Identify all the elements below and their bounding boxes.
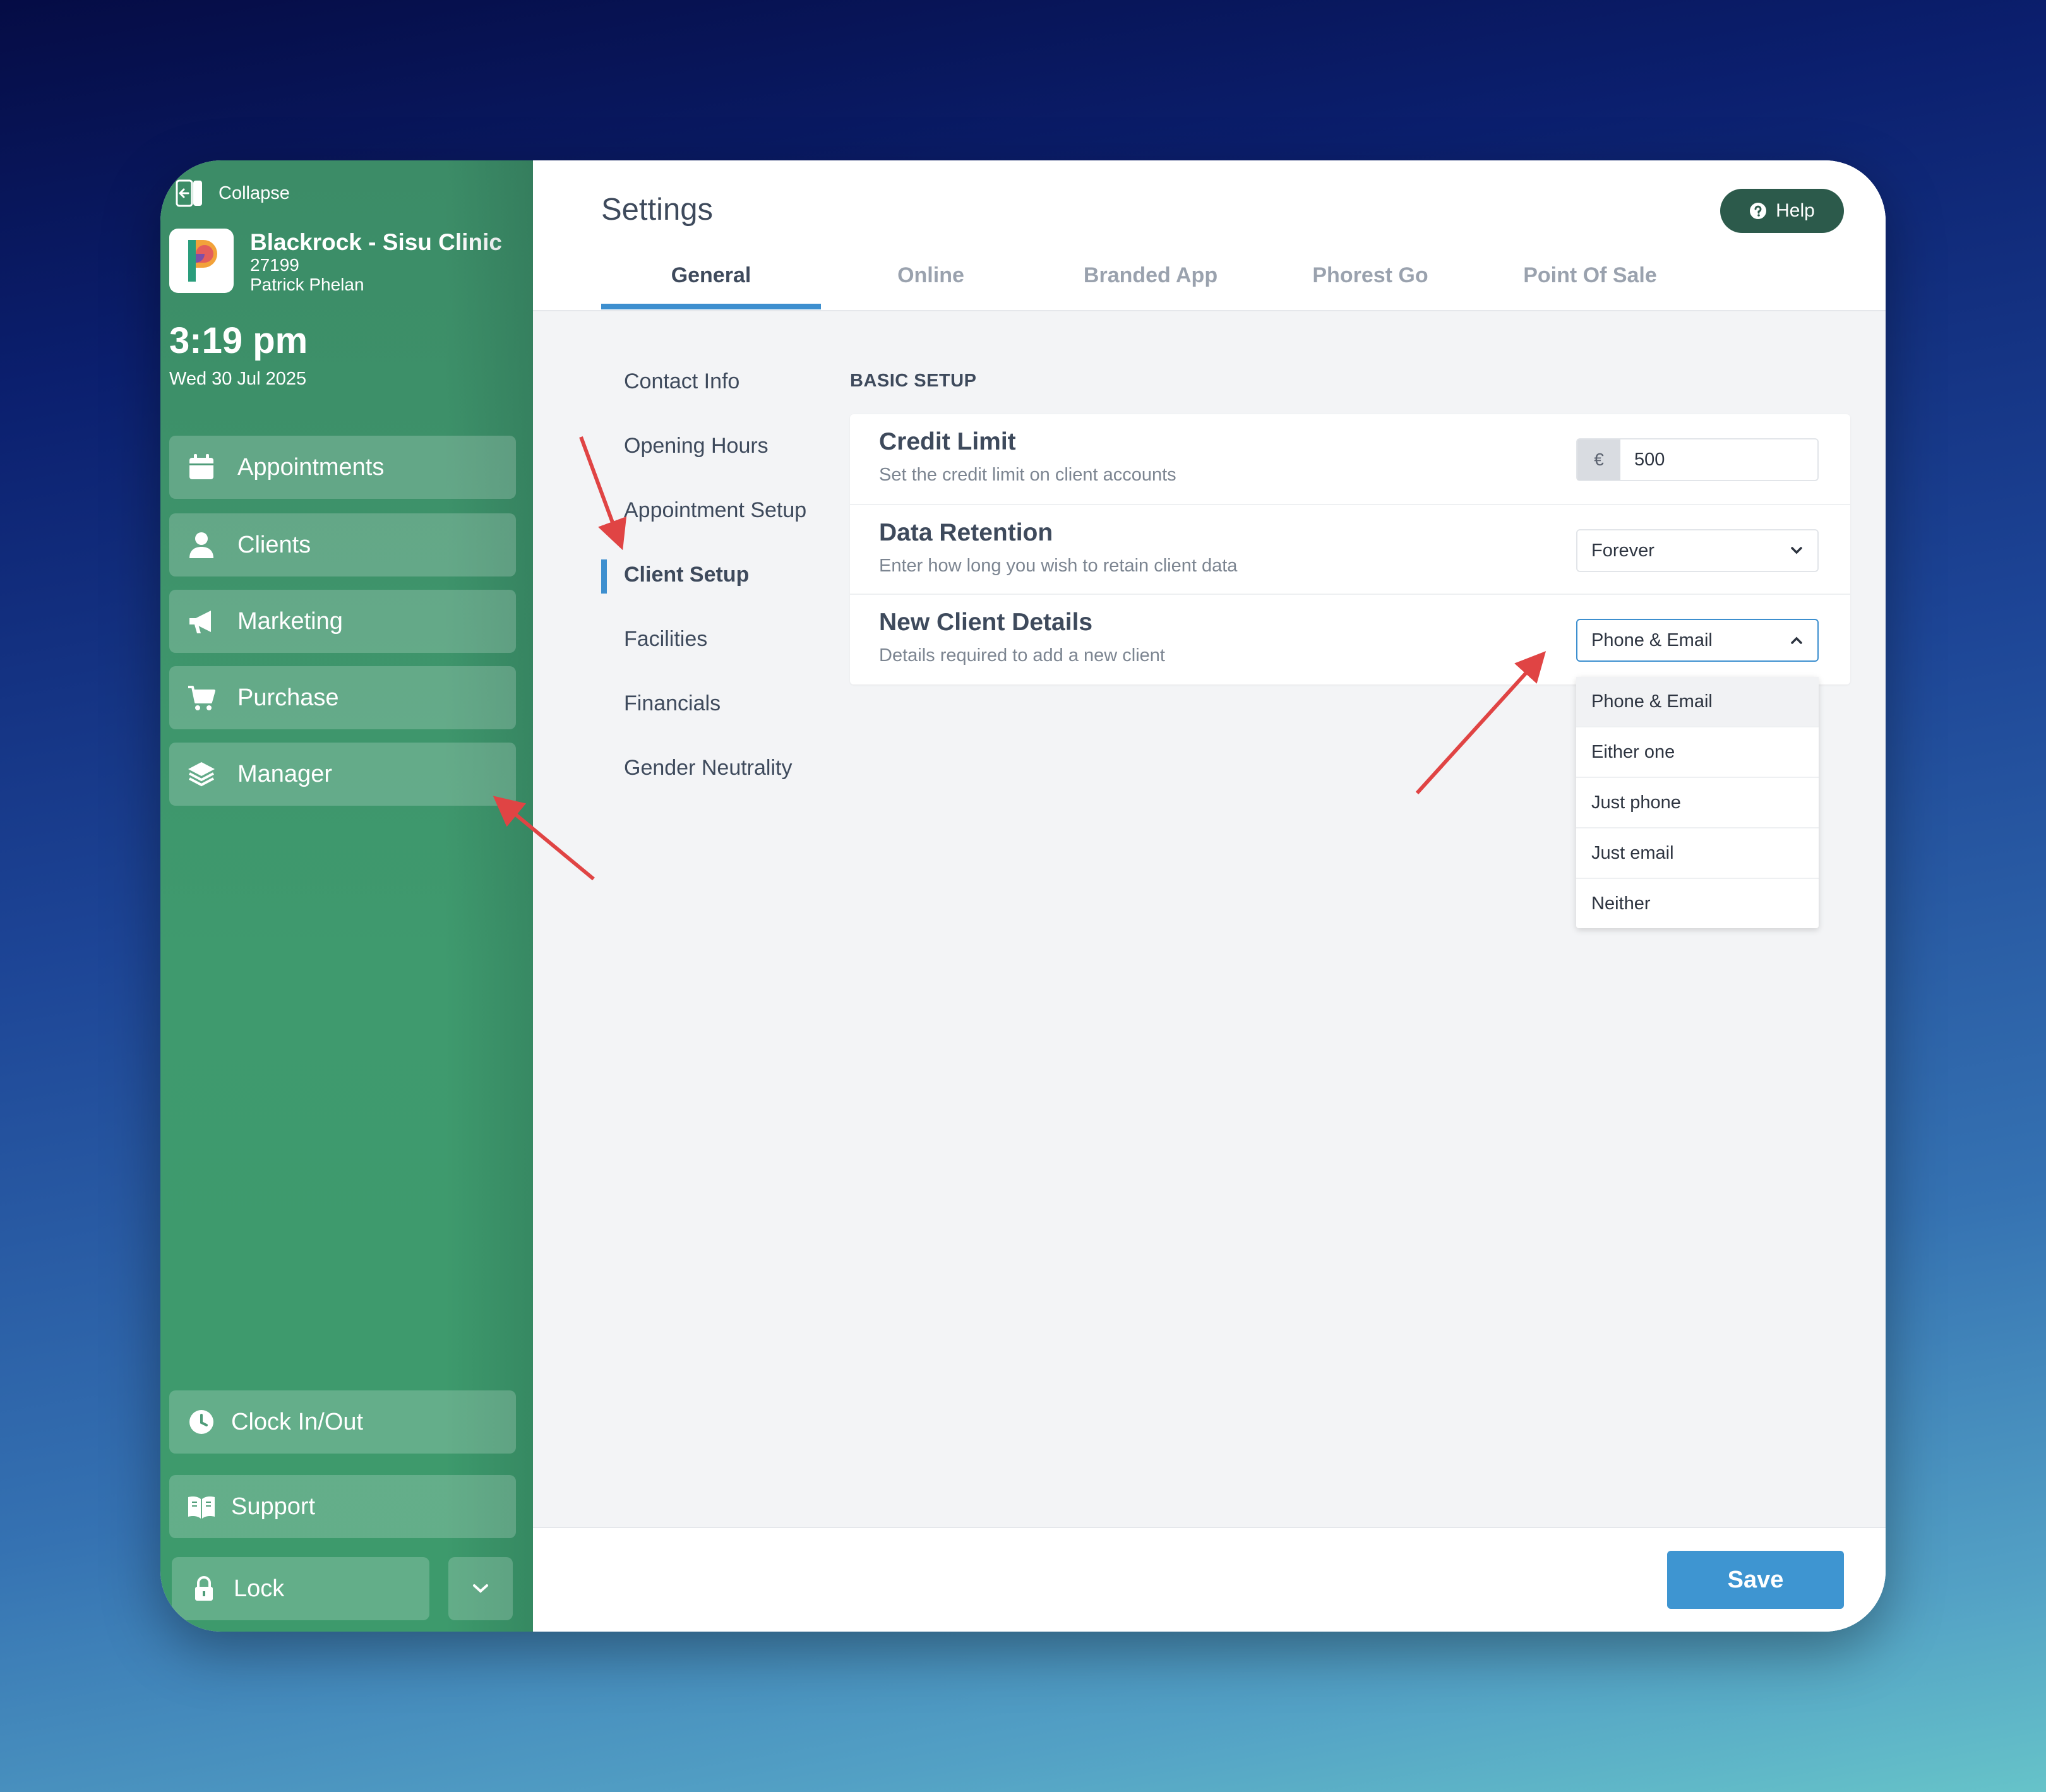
collapse-icon bbox=[176, 179, 202, 207]
help-button[interactable]: Help bbox=[1720, 189, 1844, 233]
tab-branded-app[interactable]: Branded App bbox=[1041, 255, 1260, 309]
help-label: Help bbox=[1776, 200, 1815, 221]
option-just-phone[interactable]: Just phone bbox=[1576, 777, 1819, 827]
new-client-details-row: New Client Details Details required to a… bbox=[850, 594, 1850, 684]
chevron-down-icon bbox=[1791, 547, 1802, 554]
tab-online[interactable]: Online bbox=[821, 255, 1041, 309]
nav-label: Marketing bbox=[237, 607, 343, 635]
nav-purchase[interactable]: Purchase bbox=[169, 666, 516, 729]
collapse-label: Collapse bbox=[218, 182, 290, 203]
lock-icon bbox=[195, 1576, 213, 1601]
option-just-email[interactable]: Just email bbox=[1576, 827, 1819, 878]
new-client-details-subtitle: Details required to add a new client bbox=[879, 645, 1165, 666]
data-retention-row: Data Retention Enter how long you wish t… bbox=[850, 504, 1850, 595]
nav-marketing[interactable]: Marketing bbox=[169, 590, 516, 653]
settings-header: Settings Help General Online Branded App… bbox=[533, 160, 1886, 311]
business-info: Blackrock - Sisu Clinic 27199 Patrick Ph… bbox=[169, 229, 502, 294]
lock-label: Lock bbox=[234, 1575, 285, 1602]
clock-label: Clock In/Out bbox=[231, 1408, 364, 1435]
nav-label: Purchase bbox=[237, 684, 339, 711]
data-retention-title: Data Retention bbox=[879, 519, 1053, 546]
nav-label: Manager bbox=[237, 760, 332, 787]
credit-limit-title: Credit Limit bbox=[879, 428, 1016, 455]
current-time: 3:19 pm bbox=[169, 320, 308, 361]
subnav-facilities[interactable]: Facilities bbox=[601, 620, 835, 684]
calendar-icon bbox=[189, 454, 213, 479]
book-icon bbox=[188, 1496, 215, 1519]
app-window: Collapse Blackrock - Sisu Clinic 27199 P… bbox=[160, 160, 1886, 1632]
page-title: Settings bbox=[601, 193, 714, 227]
nav-label: Clients bbox=[237, 531, 311, 558]
subnav-contact-info[interactable]: Contact Info bbox=[601, 362, 835, 427]
support-button[interactable]: Support bbox=[169, 1475, 516, 1538]
business-name: Blackrock - Sisu Clinic bbox=[250, 229, 502, 255]
option-phone-email[interactable]: Phone & Email bbox=[1576, 677, 1819, 726]
save-button[interactable]: Save bbox=[1667, 1551, 1844, 1609]
question-icon bbox=[1750, 203, 1767, 219]
data-retention-subtitle: Enter how long you wish to retain client… bbox=[879, 556, 1238, 576]
main-content: Settings Help General Online Branded App… bbox=[533, 160, 1886, 1632]
phorest-logo bbox=[169, 229, 234, 293]
credit-limit-input[interactable]: € 500 bbox=[1576, 438, 1819, 481]
layers-icon bbox=[188, 762, 215, 787]
sidebar: Collapse Blackrock - Sisu Clinic 27199 P… bbox=[160, 160, 533, 1632]
section-label: BASIC SETUP bbox=[850, 371, 977, 391]
select-value: Forever bbox=[1591, 540, 1654, 561]
credit-limit-value: 500 bbox=[1634, 449, 1665, 470]
subnav-gender-neutrality[interactable]: Gender Neutrality bbox=[601, 749, 835, 813]
chevron-down-icon bbox=[473, 1584, 488, 1593]
support-label: Support bbox=[231, 1493, 316, 1520]
nav-clients[interactable]: Clients bbox=[169, 513, 516, 576]
chevron-up-icon bbox=[1791, 636, 1802, 644]
basic-setup-card: Credit Limit Set the credit limit on cli… bbox=[850, 414, 1850, 684]
settings-footer: Save bbox=[533, 1527, 1886, 1632]
select-value: Phone & Email bbox=[1591, 630, 1713, 650]
tab-general[interactable]: General bbox=[601, 255, 821, 309]
subnav-opening-hours[interactable]: Opening Hours bbox=[601, 427, 835, 491]
user-icon bbox=[189, 532, 213, 558]
lock-options-button[interactable] bbox=[448, 1557, 513, 1620]
nav-label: Appointments bbox=[237, 453, 385, 481]
subnav-financials[interactable]: Financials bbox=[601, 684, 835, 749]
credit-limit-subtitle: Set the credit limit on client accounts bbox=[879, 465, 1176, 485]
tab-phorest-go[interactable]: Phorest Go bbox=[1260, 255, 1480, 309]
lock-button[interactable]: Lock bbox=[172, 1557, 429, 1620]
settings-tabs: General Online Branded App Phorest Go Po… bbox=[601, 255, 1700, 309]
new-client-details-title: New Client Details bbox=[879, 609, 1093, 636]
credit-limit-row: Credit Limit Set the credit limit on cli… bbox=[850, 414, 1850, 504]
megaphone-icon bbox=[189, 611, 211, 633]
cart-icon bbox=[188, 686, 215, 710]
new-client-details-dropdown: Phone & Email Either one Just phone Just… bbox=[1576, 677, 1819, 928]
tab-point-of-sale[interactable]: Point Of Sale bbox=[1480, 255, 1700, 309]
new-client-details-select[interactable]: Phone & Email bbox=[1576, 619, 1819, 662]
subnav-appointment-setup[interactable]: Appointment Setup bbox=[601, 491, 835, 556]
clock-icon bbox=[189, 1410, 213, 1434]
nav-manager[interactable]: Manager bbox=[169, 743, 516, 806]
collapse-button[interactable]: Collapse bbox=[174, 178, 290, 208]
current-date: Wed 30 Jul 2025 bbox=[169, 369, 307, 389]
settings-subnav: Contact Info Opening Hours Appointment S… bbox=[601, 362, 835, 813]
data-retention-select[interactable]: Forever bbox=[1576, 529, 1819, 572]
nav-appointments[interactable]: Appointments bbox=[169, 436, 516, 499]
subnav-client-setup[interactable]: Client Setup bbox=[601, 556, 835, 620]
clock-in-out-button[interactable]: Clock In/Out bbox=[169, 1390, 516, 1454]
option-either-one[interactable]: Either one bbox=[1576, 726, 1819, 777]
option-neither[interactable]: Neither bbox=[1576, 878, 1819, 928]
user-name: Patrick Phelan bbox=[250, 275, 364, 294]
business-id: 27199 bbox=[250, 255, 299, 275]
currency-symbol: € bbox=[1577, 439, 1620, 480]
